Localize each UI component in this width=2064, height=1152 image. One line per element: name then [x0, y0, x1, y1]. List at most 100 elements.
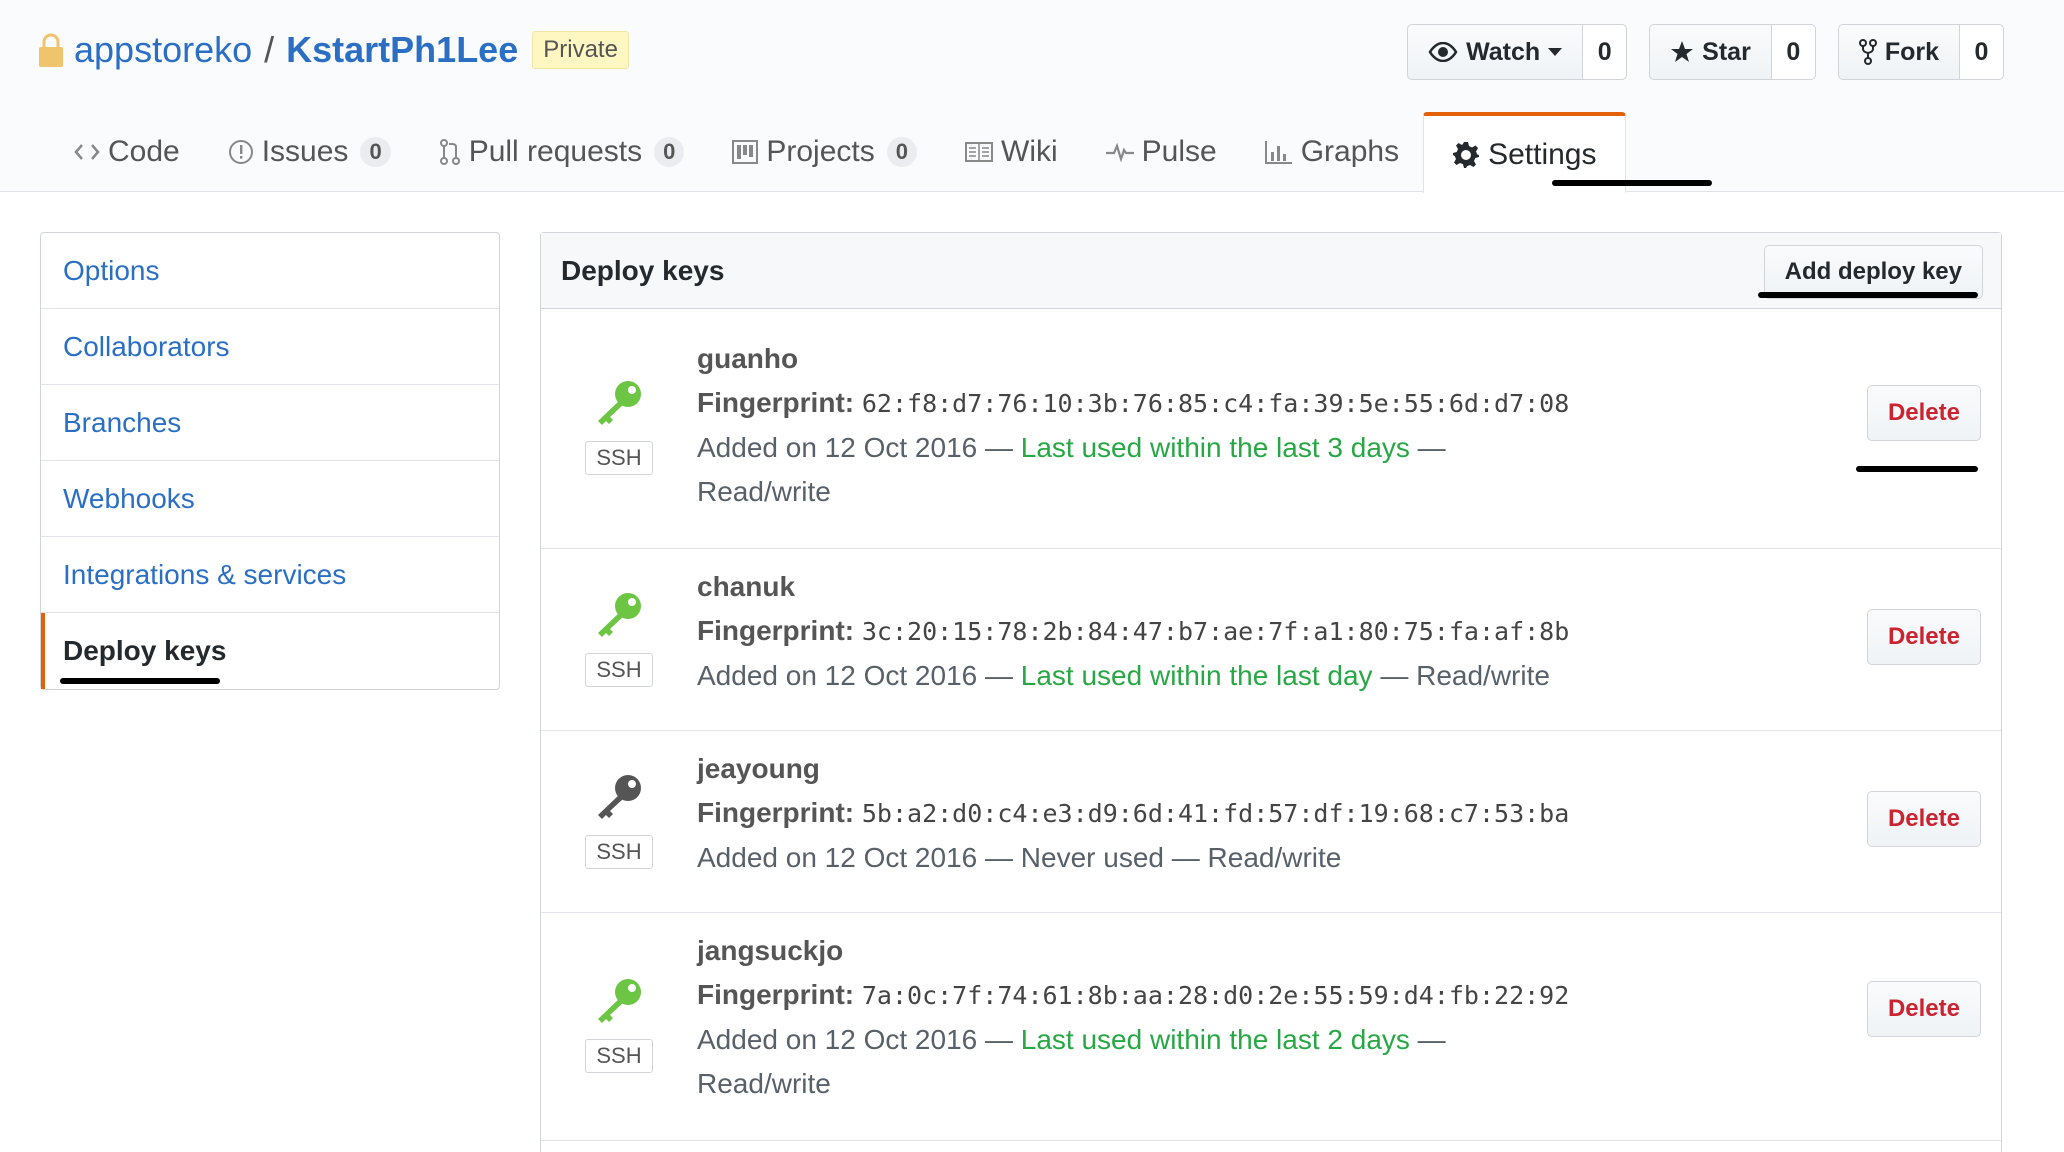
key-usage-line: Added on 12 Oct 2016 — Never used — Read… [697, 836, 1617, 880]
graph-icon [1264, 140, 1293, 164]
key-fingerprint-line: Fingerprint: 5b:a2:d0:c4:e3:d9:6d:41:fd:… [697, 791, 1617, 836]
add-deploy-key-button[interactable]: Add deploy key [1763, 245, 1983, 299]
key-visual: SSH [581, 379, 657, 475]
ssh-label: SSH [585, 653, 653, 687]
fork-button[interactable]: Fork [1837, 24, 1960, 80]
key-fingerprint-line: Fingerprint: 62:f8:d7:76:10:3b:76:85:c4:… [697, 381, 1617, 426]
annotation-underline [60, 678, 220, 684]
key-icon [593, 379, 645, 427]
star-label: Star [1702, 37, 1751, 66]
watch-group: Watch 0 [1407, 24, 1628, 80]
key-name: jangsuckjo [697, 935, 844, 966]
key-visual: SSH [581, 773, 657, 869]
lock-icon [38, 32, 64, 68]
deploy-key-row: SSH jangsuckjo Fingerprint: 7a:0c:7f:74:… [541, 913, 2001, 1141]
sidebar-item-collaborators[interactable]: Collaborators [41, 309, 499, 385]
sidebar-item-integrations[interactable]: Integrations & services [41, 537, 499, 613]
sidebar-item-options[interactable]: Options [41, 233, 499, 309]
deploy-keys-panel: Deploy keys Add deploy key SSH guanho Fi… [540, 232, 2002, 1152]
key-name: chanuk [697, 571, 796, 602]
repo-name-link[interactable]: KstartPh1Lee [286, 29, 518, 71]
tab-issues[interactable]: Issues 0 [204, 112, 415, 192]
tab-issues-label: Issues [261, 135, 349, 168]
settings-sidebar: Options Collaborators Branches Webhooks … [40, 232, 500, 690]
tab-code[interactable]: Code [50, 112, 204, 192]
fork-count[interactable]: 0 [1960, 24, 2004, 80]
key-icon [593, 591, 645, 639]
fork-group: Fork 0 [1837, 24, 2004, 80]
annotation-underline [1758, 292, 1978, 298]
watch-label: Watch [1466, 37, 1541, 66]
tab-pull-requests[interactable]: Pull requests 0 [415, 112, 709, 192]
last-used: Last used within the last 2 days [1020, 1024, 1410, 1055]
tab-wiki-label: Wiki [1001, 135, 1058, 168]
last-used: Last used within the last 3 days [1020, 432, 1410, 463]
star-group: Star 0 [1649, 24, 1816, 80]
added-date: Added on 12 Oct 2016 — [697, 1024, 1021, 1055]
fingerprint-label: Fingerprint: [697, 797, 855, 828]
usage-separator: — [1409, 432, 1446, 463]
delete-key-button[interactable]: Delete [1866, 791, 1981, 847]
repo-actions: Watch 0 Star 0 Fork 0 [1407, 24, 2004, 80]
sidebar-item-webhooks[interactable]: Webhooks [41, 461, 499, 537]
star-button[interactable]: Star [1649, 24, 1772, 80]
fingerprint-label: Fingerprint: [697, 387, 855, 418]
key-info: jeayoung Fingerprint: 5b:a2:d0:c4:e3:d9:… [697, 747, 1617, 880]
tab-settings-label: Settings [1488, 137, 1597, 171]
deploy-key-row: SSH jeayoung Fingerprint: 5b:a2:d0:c4:e3… [541, 731, 2001, 913]
last-used: Last used within the last day [1020, 660, 1373, 691]
fingerprint-label: Fingerprint: [697, 979, 855, 1010]
key-icon [593, 977, 645, 1025]
access-level: Read/write [697, 1068, 831, 1099]
usage-separator: — [1163, 842, 1208, 873]
tab-code-label: Code [108, 135, 180, 168]
pull-request-icon [439, 138, 461, 166]
ssh-label: SSH [585, 1039, 653, 1073]
watch-count[interactable]: 0 [1583, 24, 1628, 80]
delete-key-button[interactable]: Delete [1866, 385, 1981, 441]
deploy-keys-title: Deploy keys [561, 254, 725, 286]
key-fingerprint-line: Fingerprint: 7a:0c:7f:74:61:8b:aa:28:d0:… [697, 973, 1617, 1018]
repo-owner-link[interactable]: appstoreko [74, 29, 252, 71]
key-info: chanuk Fingerprint: 3c:20:15:78:2b:84:47… [697, 565, 1617, 698]
pulse-icon [1105, 142, 1134, 162]
deploy-key-row: SSH guanho Fingerprint: 62:f8:d7:76:10:3… [541, 309, 2001, 549]
tab-graphs[interactable]: Graphs [1241, 112, 1423, 192]
project-icon [732, 140, 759, 164]
added-date: Added on 12 Oct 2016 — [697, 842, 1021, 873]
fingerprint-value: 5b:a2:d0:c4:e3:d9:6d:41:fd:57:df:19:68:c… [861, 799, 1570, 828]
repo-separator: / [264, 29, 275, 70]
pulls-count: 0 [654, 137, 685, 167]
sidebar-item-branches[interactable]: Branches [41, 385, 499, 461]
access-level: Read/write [1207, 842, 1342, 873]
issue-icon [228, 139, 254, 165]
tab-projects-label: Projects [766, 135, 875, 168]
fingerprint-value: 3c:20:15:78:2b:84:47:b7:ae:7f:a1:80:75:f… [861, 617, 1570, 646]
delete-key-button[interactable]: Delete [1866, 981, 1981, 1037]
tab-pulse[interactable]: Pulse [1082, 112, 1241, 192]
gear-icon [1452, 141, 1480, 169]
deploy-key-row: SSH chanuk Fingerprint: 3c:20:15:78:2b:8… [541, 549, 2001, 731]
key-fingerprint-line: Fingerprint: 3c:20:15:78:2b:84:47:b7:ae:… [697, 609, 1617, 654]
fork-icon [1858, 39, 1877, 65]
usage-separator: — [1409, 1024, 1446, 1055]
tab-graphs-label: Graphs [1300, 135, 1400, 168]
key-name: jeayoung [697, 753, 820, 784]
ssh-label: SSH [585, 835, 653, 869]
star-count[interactable]: 0 [1771, 24, 1816, 80]
private-badge: Private [532, 31, 629, 69]
fingerprint-value: 7a:0c:7f:74:61:8b:aa:28:d0:2e:55:59:d4:f… [861, 981, 1570, 1010]
ssh-label: SSH [585, 441, 653, 475]
added-date: Added on 12 Oct 2016 — [697, 432, 1021, 463]
key-visual: SSH [581, 591, 657, 687]
caret-down-icon [1548, 48, 1563, 56]
tab-projects[interactable]: Projects 0 [708, 112, 941, 192]
tab-wiki[interactable]: Wiki [941, 112, 1082, 192]
book-icon [965, 142, 993, 162]
access-level: Read/write [1416, 660, 1550, 691]
access-level: Read/write [697, 476, 831, 507]
watch-button[interactable]: Watch [1407, 24, 1584, 80]
fingerprint-value: 62:f8:d7:76:10:3b:76:85:c4:fa:39:5e:55:6… [861, 389, 1570, 418]
delete-key-button[interactable]: Delete [1866, 609, 1981, 665]
key-name: guanho [697, 343, 799, 374]
